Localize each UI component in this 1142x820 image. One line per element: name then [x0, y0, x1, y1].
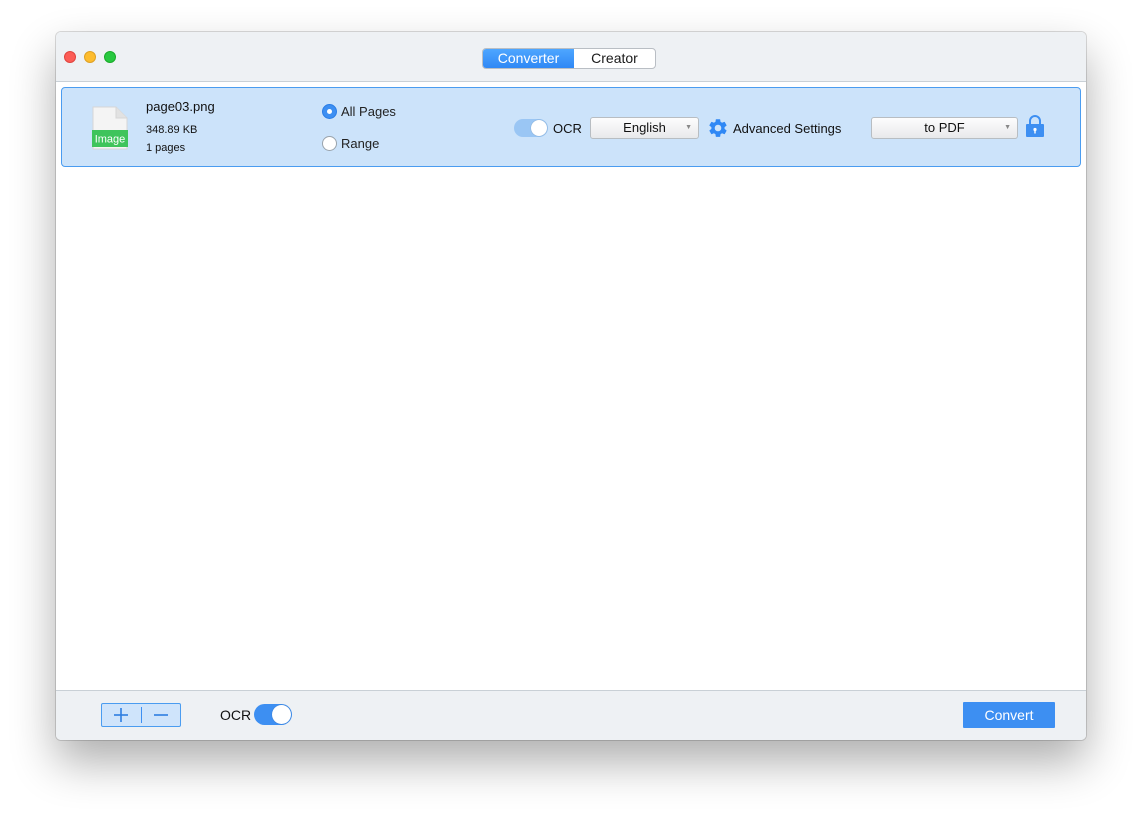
- tab-converter[interactable]: Converter: [483, 49, 574, 68]
- all-pages-option[interactable]: All Pages: [322, 104, 396, 119]
- toggle-knob: [272, 705, 291, 724]
- remove-file-button[interactable]: [141, 704, 180, 726]
- file-ocr-toggle[interactable]: [514, 119, 548, 137]
- add-remove-control: [101, 703, 181, 727]
- global-ocr-toggle[interactable]: [254, 704, 292, 725]
- remove-icon: [153, 714, 168, 716]
- global-ocr-label: OCR: [220, 707, 252, 723]
- tab-creator[interactable]: Creator: [574, 49, 655, 68]
- language-value: English: [623, 120, 666, 135]
- convert-button[interactable]: Convert: [963, 702, 1055, 728]
- chevron-down-icon: ▼: [685, 124, 692, 131]
- advanced-settings-button[interactable]: Advanced Settings: [733, 121, 841, 136]
- file-name: page03.png: [146, 99, 215, 114]
- file-list: Image page03.png 348.89 KB 1 pages All P…: [56, 83, 1086, 690]
- title-bar: Converter Creator: [56, 32, 1086, 82]
- output-format-select[interactable]: to PDF ▼: [871, 117, 1018, 139]
- minimize-window-button[interactable]: [84, 51, 96, 63]
- output-format-value: to PDF: [924, 120, 965, 135]
- file-page-count: 1 pages: [146, 142, 186, 154]
- file-row[interactable]: Image page03.png 348.89 KB 1 pages All P…: [61, 87, 1081, 167]
- mode-switcher: Converter Creator: [482, 48, 656, 69]
- range-label: Range: [341, 136, 380, 151]
- close-window-button[interactable]: [64, 51, 76, 63]
- file-ocr-label: OCR: [553, 121, 582, 136]
- range-radio[interactable]: [322, 136, 337, 151]
- all-pages-label: All Pages: [341, 104, 396, 119]
- gear-icon[interactable]: [707, 117, 729, 139]
- language-select[interactable]: English ▼: [590, 117, 699, 139]
- app-window: Converter Creator Image page03.png 348.8…: [56, 32, 1086, 740]
- range-option[interactable]: Range: [322, 136, 379, 151]
- file-type-badge: Image: [95, 134, 126, 146]
- chevron-down-icon: ▼: [1004, 124, 1011, 131]
- add-file-button[interactable]: [102, 704, 141, 726]
- add-icon: [114, 708, 129, 722]
- all-pages-radio[interactable]: [322, 104, 337, 119]
- image-file-icon: Image: [92, 106, 128, 150]
- bottom-toolbar: OCR Convert: [56, 690, 1086, 740]
- file-size: 348.89 KB: [146, 124, 198, 136]
- toggle-knob: [531, 120, 547, 136]
- lock-icon[interactable]: [1025, 114, 1045, 138]
- zoom-window-button[interactable]: [104, 51, 116, 63]
